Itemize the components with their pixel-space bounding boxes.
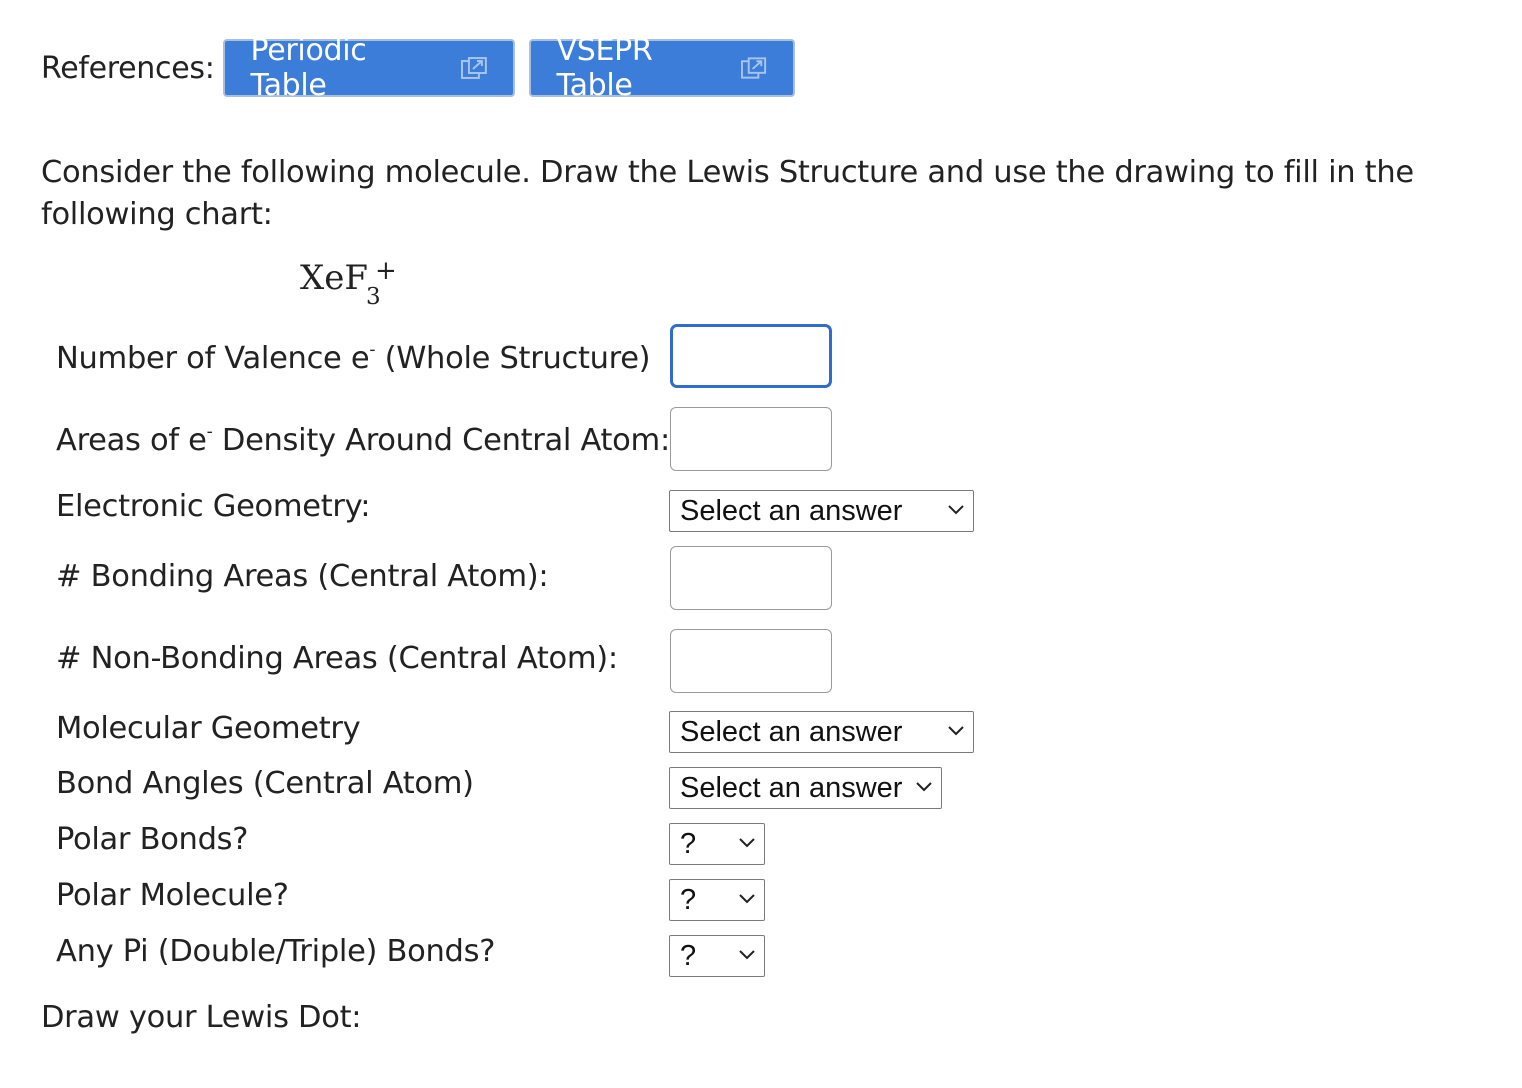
bond-angles-label: Bond Angles (Central Atom) xyxy=(56,766,474,801)
bonding-areas-label: # Bonding Areas (Central Atom): xyxy=(56,559,549,594)
draw-lewis-dot-label: Draw your Lewis Dot: xyxy=(41,1000,362,1035)
pi-bonds-select[interactable]: ? xyxy=(669,935,765,977)
polar-molecule-select[interactable]: ? xyxy=(669,879,765,921)
molecular-geometry-label: Molecular Geometry xyxy=(56,711,361,746)
bonding-areas-input[interactable] xyxy=(670,546,832,610)
formula-superscript: + xyxy=(375,256,397,286)
vsepr-table-button[interactable]: VSEPR Table xyxy=(528,33,795,103)
electronic-geometry-value: Select an answer xyxy=(680,494,903,527)
pi-bonds-label: Any Pi (Double/Triple) Bonds? xyxy=(56,934,496,969)
polar-molecule-label: Polar Molecule? xyxy=(56,878,289,913)
electronic-geometry-label: Electronic Geometry: xyxy=(56,489,371,524)
references-bar: References: Periodic Table VSEPR Table xyxy=(41,33,809,103)
formula-subscript: 3 xyxy=(366,284,381,310)
bond-angles-value: Select an answer xyxy=(680,771,903,804)
electron-density-areas-input[interactable] xyxy=(670,407,832,471)
formula-base: XeF xyxy=(300,258,368,298)
non-bonding-areas-input[interactable] xyxy=(670,629,832,693)
molecular-geometry-value: Select an answer xyxy=(680,715,903,748)
question-text: Consider the following molecule. Draw th… xyxy=(41,155,1414,232)
external-link-icon xyxy=(460,57,487,79)
periodic-table-button[interactable]: Periodic Table xyxy=(222,33,515,103)
chevron-down-icon xyxy=(739,950,755,960)
polar-molecule-value: ? xyxy=(680,883,697,916)
chevron-down-icon xyxy=(948,726,964,736)
chevron-down-icon xyxy=(948,505,964,515)
valence-electrons-label: Number of Valence e- (Whole Structure) xyxy=(56,340,651,376)
references-label: References: xyxy=(41,50,215,86)
molecule-formula: XeF 3 + xyxy=(300,256,397,318)
periodic-table-button-label: Periodic Table xyxy=(250,33,367,103)
chevron-down-icon xyxy=(739,894,755,904)
non-bonding-areas-label: # Non-Bonding Areas (Central Atom): xyxy=(56,641,618,676)
vsepr-table-button-label: VSEPR Table xyxy=(556,33,653,103)
chevron-down-icon xyxy=(916,782,932,792)
bond-angles-select[interactable]: Select an answer xyxy=(669,767,942,809)
electron-density-areas-label: Areas of e- Density Around Central Atom: xyxy=(56,422,670,458)
external-link-icon xyxy=(741,57,767,79)
polar-bonds-value: ? xyxy=(680,827,697,860)
valence-electrons-input[interactable] xyxy=(670,324,832,388)
chevron-down-icon xyxy=(739,838,755,848)
pi-bonds-value: ? xyxy=(680,939,697,972)
electronic-geometry-select[interactable]: Select an answer xyxy=(669,490,974,532)
polar-bonds-label: Polar Bonds? xyxy=(56,822,249,857)
polar-bonds-select[interactable]: ? xyxy=(669,823,765,865)
molecular-geometry-select[interactable]: Select an answer xyxy=(669,711,974,753)
